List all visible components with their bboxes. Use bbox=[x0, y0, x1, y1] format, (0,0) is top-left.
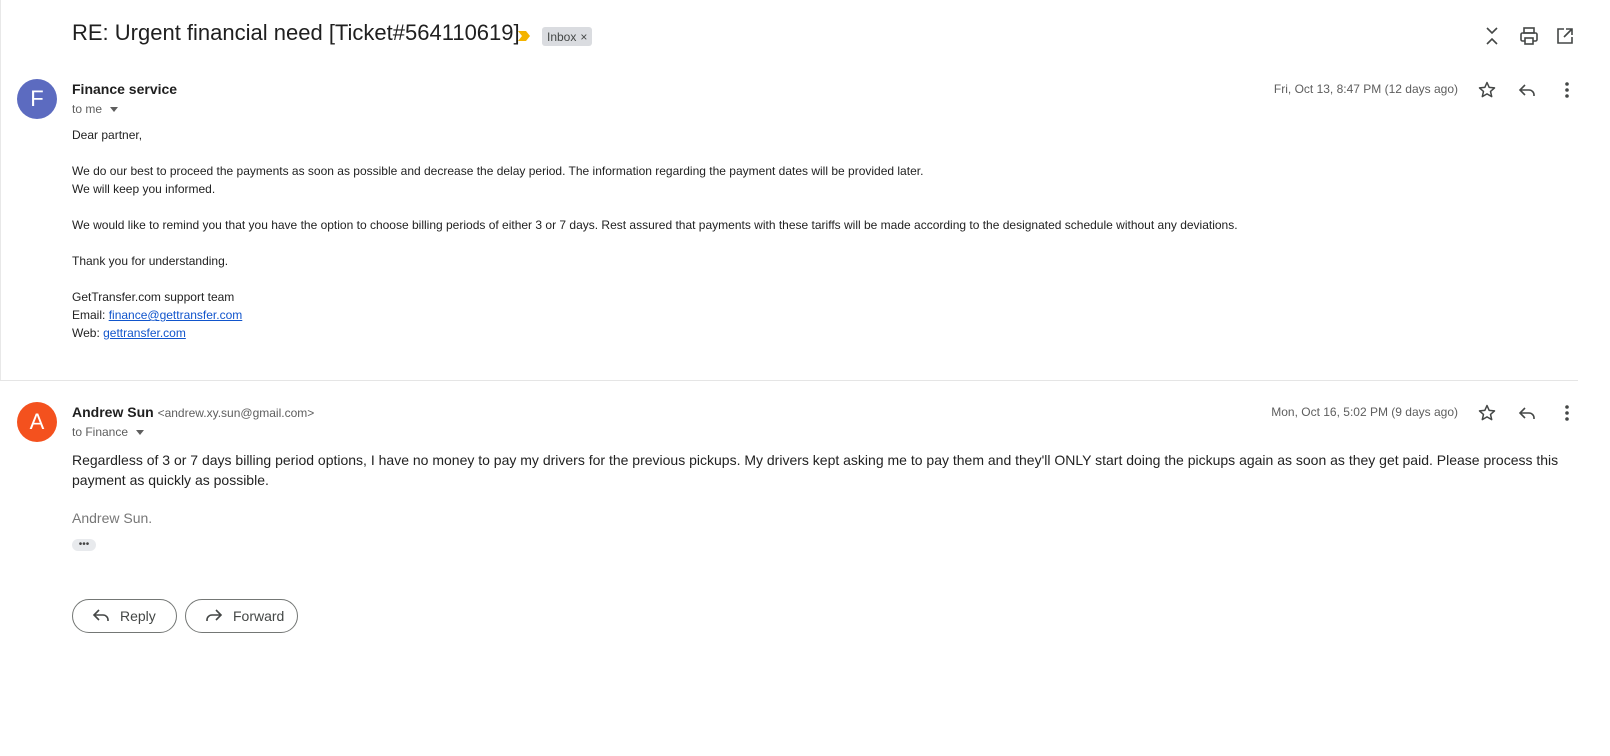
remove-label-button[interactable]: × bbox=[580, 30, 587, 44]
reply-icon[interactable] bbox=[1515, 78, 1539, 102]
forward-label: Forward bbox=[233, 608, 285, 624]
body-paragraph: We do our best to proceed the payments a… bbox=[72, 164, 924, 178]
greeting: Dear partner, bbox=[72, 128, 143, 142]
show-trimmed-content-button[interactable]: ••• bbox=[72, 539, 96, 551]
star-icon[interactable] bbox=[1475, 78, 1499, 102]
signature: Andrew Sun. bbox=[72, 510, 153, 526]
sender-avatar[interactable]: F bbox=[17, 79, 57, 119]
more-options-icon[interactable] bbox=[1555, 401, 1579, 425]
more-options-icon[interactable] bbox=[1555, 78, 1579, 102]
message-card-border bbox=[0, 0, 1, 380]
sender-avatar[interactable]: A bbox=[17, 402, 57, 442]
sender-name[interactable]: Andrew Sun bbox=[72, 404, 154, 420]
star-icon[interactable] bbox=[1475, 401, 1499, 425]
message-date: Mon, Oct 16, 5:02 PM (9 days ago) bbox=[1271, 405, 1458, 419]
collapse-all-icon[interactable] bbox=[1480, 24, 1504, 48]
email-label: Email: bbox=[72, 308, 109, 322]
inbox-label-chip: Inbox × bbox=[542, 27, 593, 46]
sender-name[interactable]: Finance service bbox=[72, 81, 177, 97]
message-date: Fri, Oct 13, 8:47 PM (12 days ago) bbox=[1273, 82, 1458, 96]
web-label: Web: bbox=[72, 326, 104, 340]
recipient-details-toggle[interactable]: to me bbox=[72, 102, 119, 116]
label-text: Inbox bbox=[547, 29, 577, 44]
reply-label: Reply bbox=[120, 608, 156, 624]
recipient-details-toggle[interactable]: to Finance bbox=[72, 425, 145, 439]
sender-email: <andrew.xy.sun@gmail.com> bbox=[157, 406, 315, 420]
reply-icon bbox=[92, 607, 110, 626]
signature-email-line: Email: finance@gettransfer.com bbox=[72, 306, 1238, 324]
importance-marker-icon[interactable] bbox=[516, 28, 532, 44]
reply-button[interactable]: Reply bbox=[72, 599, 177, 633]
forward-icon bbox=[205, 607, 223, 626]
recipient-text: to Finance bbox=[72, 425, 129, 439]
chevron-down-icon bbox=[136, 429, 145, 435]
reply-icon[interactable] bbox=[1515, 401, 1539, 425]
signature-web-line: Web: gettransfer.com bbox=[72, 324, 1238, 342]
message-body: Regardless of 3 or 7 days billing period… bbox=[72, 452, 1559, 488]
chevron-down-icon bbox=[110, 106, 119, 112]
forward-button[interactable]: Forward bbox=[185, 599, 298, 633]
open-in-new-window-icon[interactable] bbox=[1553, 24, 1577, 48]
body-paragraph: We will keep you informed. bbox=[72, 182, 216, 196]
email-link[interactable]: finance@gettransfer.com bbox=[109, 308, 243, 322]
email-subject: RE: Urgent financial need [Ticket#564110… bbox=[72, 20, 520, 45]
recipient-text: to me bbox=[72, 102, 103, 116]
sender-header: Andrew Sun <andrew.xy.sun@gmail.com> bbox=[72, 404, 314, 420]
print-icon[interactable] bbox=[1517, 24, 1541, 48]
body-paragraph: We would like to remind you that you hav… bbox=[72, 218, 1238, 232]
web-link[interactable]: gettransfer.com bbox=[103, 326, 186, 340]
signature-team: GetTransfer.com support team bbox=[72, 290, 235, 304]
message-body: Dear partner, We do our best to proceed … bbox=[72, 126, 1238, 342]
body-paragraph: Thank you for understanding. bbox=[72, 254, 229, 268]
message-divider bbox=[0, 380, 1578, 381]
